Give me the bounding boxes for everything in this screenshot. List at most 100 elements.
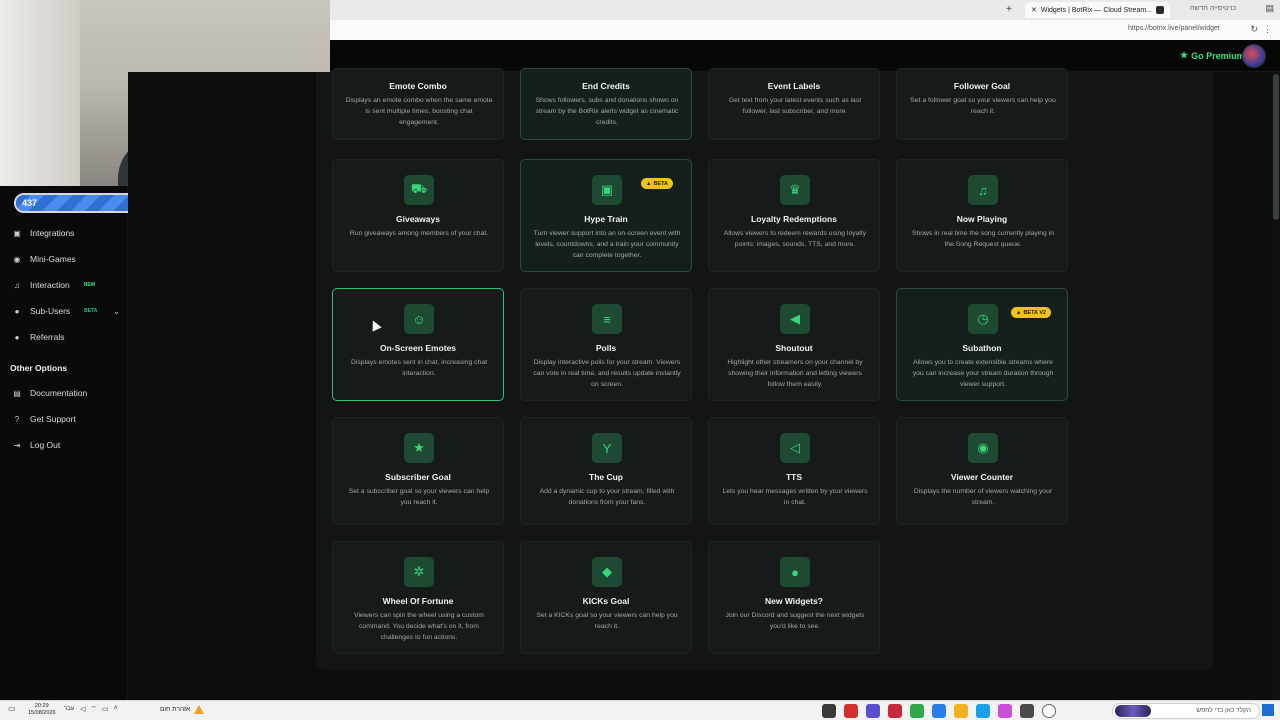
task-view-icon[interactable] <box>1020 704 1034 718</box>
referrals-icon: ● <box>14 332 20 342</box>
go-premium-button[interactable]: ★ Go Premium <box>1180 50 1245 61</box>
widget-card-follower-goal[interactable]: Follower Goal Set a follower goal so you… <box>896 68 1068 140</box>
widget-card-subathon[interactable]: ◷ ▲ BETA V2 Subathon Allows you to create… <box>896 288 1068 401</box>
chevron-down-icon[interactable]: ⌄ <box>113 307 120 316</box>
new-badge: NEW <box>83 282 96 288</box>
widget-card-viewer-counter[interactable]: ◉ Viewer Counter Displays the number of … <box>896 417 1068 525</box>
scrollbar-thumb[interactable] <box>1273 74 1279 220</box>
widget-card-loyalty-redemptions[interactable]: ♛ Loyalty Redemptions Allows viewers to … <box>708 159 880 272</box>
app-icon[interactable] <box>844 704 858 718</box>
sidebar-item-get-support[interactable]: ? Get Support <box>0 408 128 430</box>
browser-tab-inactive[interactable]: כרטיסייה חדשה <box>1190 5 1236 12</box>
language-indicator[interactable]: עבר <box>64 706 74 712</box>
sidebar-item-mini-games[interactable]: ◉ Mini-Games <box>0 248 128 270</box>
search-box[interactable]: הקלד כאן כדי לחפש <box>1112 703 1260 719</box>
megaphone-icon: ◀ <box>780 304 810 334</box>
beta-badge: BETA <box>84 308 98 314</box>
sidebar-item-label: Get Support <box>30 414 76 424</box>
user-avatar[interactable] <box>1242 44 1266 68</box>
widget-description: Lets you hear messages written by your v… <box>722 488 868 506</box>
widget-title: Event Labels <box>767 81 821 91</box>
app-icon[interactable] <box>888 704 902 718</box>
widget-card-shoutout[interactable]: ◀ Shoutout Highlight other streamers on … <box>708 288 880 401</box>
widget-card-subscriber-goal[interactable]: ★ Subscriber Goal Set a subscriber goal … <box>332 417 504 525</box>
widget-card-on-screen-emotes[interactable]: ☺ On-Screen Emotes Displays emotes sent … <box>332 288 504 401</box>
star-icon: ★ <box>1180 50 1189 60</box>
app-icon[interactable] <box>910 704 924 718</box>
sidebar-item-referrals[interactable]: ● Referrals <box>0 326 128 348</box>
widget-card-end-credits[interactable]: End Credits Shows followers, subs and do… <box>520 68 692 140</box>
widget-card-now-playing[interactable]: ♫ Now Playing Shows in real time the son… <box>896 159 1068 272</box>
menu-icon[interactable]: ⋮ <box>1263 24 1272 35</box>
new-tab-button[interactable]: + <box>1006 4 1012 15</box>
widget-description: Shows in real time the song currently pl… <box>911 230 1055 248</box>
widget-card-the-cup[interactable]: Y The Cup Add a dynamic cup to your stre… <box>520 417 692 525</box>
sidebar-item-integrations[interactable]: ▣ Integrations <box>0 222 128 244</box>
trophy-icon: ♛ <box>780 175 810 205</box>
address-bar[interactable]: https://botrix.live/panel/widget ↻ ⋮ <box>330 20 1280 40</box>
beta-v2-badge: ▲ BETA V2 <box>1011 307 1052 318</box>
sidebar-item-sub-users[interactable]: ● Sub-Users BETA ⌄ <box>0 300 128 322</box>
widget-description: Turn viewer support into an on-screen ev… <box>533 230 681 259</box>
tray-chevron-up-icon[interactable]: ˄ <box>114 705 118 714</box>
clock-date: 15/08/2026 <box>28 710 56 716</box>
widget-card-hype-train[interactable]: ▣ ▲ BETA Hype Train Turn viewer support i… <box>520 159 692 272</box>
widget-card-polls[interactable]: ≡ Polls Display interactive polls for yo… <box>520 288 692 401</box>
widget-title: Loyalty Redemptions <box>751 214 837 224</box>
app-icon[interactable] <box>822 704 836 718</box>
system-tray: ◁ ⌔ ▭ ˄ <box>80 705 118 714</box>
windows-start-icon[interactable] <box>1262 704 1274 716</box>
beta-badge-label: BETA <box>653 180 669 187</box>
clock[interactable]: 20:29 15/08/2026 <box>28 703 56 717</box>
weather-widget[interactable]: אזהרת חום <box>160 705 205 714</box>
app-icon[interactable] <box>998 704 1012 718</box>
sidebar-item-interaction[interactable]: ♫ Interaction NEW <box>0 274 128 296</box>
widget-description: Displays an emote combo when the same em… <box>345 97 493 126</box>
volume-icon[interactable]: ◁ <box>80 705 85 714</box>
search-highlight-image <box>1115 705 1151 717</box>
close-tab-icon[interactable]: ✕ <box>1031 6 1037 14</box>
sidebar-item-log-out[interactable]: ⇥ Log Out <box>0 434 128 456</box>
widget-title: Subathon <box>962 343 1002 353</box>
reload-icon[interactable]: ↻ <box>1250 24 1258 35</box>
sidebar-item-label: Referrals <box>30 332 65 342</box>
widget-card-new-widgets[interactable]: ● New Widgets? Join our Discord and sugg… <box>708 541 880 654</box>
widget-card-kicks-goal[interactable]: ◆ KICKs Goal Set a KICKs goal so your vi… <box>520 541 692 654</box>
edge-browser-icon[interactable] <box>976 704 990 718</box>
tab-list-icon[interactable]: ▤ <box>1265 3 1274 14</box>
integrations-icon: ▣ <box>13 228 21 238</box>
widget-description: Run giveaways among members of your chat… <box>349 230 489 237</box>
widget-card-tts[interactable]: ◁ TTS Lets you hear messages written by … <box>708 417 880 525</box>
help-icon: ? <box>14 414 20 424</box>
cortana-icon[interactable] <box>1042 704 1056 718</box>
url-text[interactable]: https://botrix.live/panel/widget <box>1128 25 1220 32</box>
widget-description: Set a subscriber goal so your viewers ca… <box>348 488 490 506</box>
file-explorer-icon[interactable] <box>954 704 968 718</box>
lock-icon: ▲ <box>646 180 652 187</box>
app-icon[interactable] <box>866 704 880 718</box>
widget-description: Get text from your latest events such as… <box>728 97 862 115</box>
notification-icon[interactable]: ▭ <box>8 704 16 713</box>
browser-chrome: + ✕ Widgets | BotRix — Cloud Stream... כ… <box>330 0 1280 40</box>
taskbar: ▭ 20:29 15/08/2026 עבר ◁ ⌔ ▭ ˄ אזהרת חום <box>0 700 1280 720</box>
sidebar: ▣ Integrations ◉ Mini-Games ♫ Interactio… <box>0 186 128 700</box>
network-icon[interactable]: ⌔ <box>90 705 97 714</box>
app-icon[interactable] <box>932 704 946 718</box>
widget-card-giveaways[interactable]: ⛟ Giveaways Run giveaways among members … <box>332 159 504 272</box>
browser-tab-active[interactable]: ✕ Widgets | BotRix — Cloud Stream... <box>1025 2 1170 18</box>
widget-description: Highlight other streamers on your channe… <box>727 359 863 388</box>
taskbar-left: ▭ <box>8 704 16 713</box>
sidebar-item-documentation[interactable]: ▤ Documentation <box>0 382 128 404</box>
webcam-curtain <box>0 0 80 186</box>
widget-card-emote-combo[interactable]: Emote Combo Displays an emote combo when… <box>332 68 504 140</box>
beta-badge: ▲ BETA <box>641 178 674 189</box>
widget-description: Set a KICKs goal so your viewers can hel… <box>536 612 678 630</box>
widget-card-wheel-of-fortune[interactable]: ✲ Wheel Of Fortune Viewers can spin the … <box>332 541 504 654</box>
cup-icon: Y <box>592 433 622 463</box>
battery-icon[interactable]: ▭ <box>102 705 109 714</box>
widget-card-event-labels[interactable]: Event Labels Get text from your latest e… <box>708 68 880 140</box>
widget-title: KICKs Goal <box>582 596 630 606</box>
warning-icon <box>194 705 205 714</box>
scrollbar[interactable] <box>1272 72 1280 700</box>
weather-text: אזהרת חום <box>160 706 191 713</box>
